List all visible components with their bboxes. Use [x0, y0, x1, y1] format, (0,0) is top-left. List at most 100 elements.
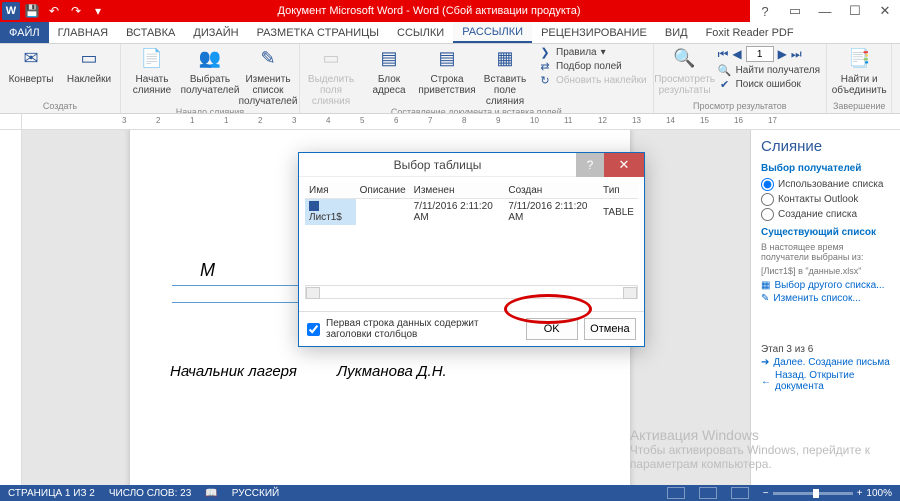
tab-file[interactable]: ФАЙЛ: [0, 22, 49, 43]
qat-more-icon[interactable]: ▾: [88, 2, 108, 20]
save-icon[interactable]: 💾: [22, 2, 42, 20]
proofing-icon[interactable]: 📖: [205, 488, 217, 499]
group-finish-label: Завершение: [833, 101, 885, 113]
next-step-link[interactable]: ➔Далее. Создание письма: [761, 357, 890, 368]
col-name[interactable]: Имя: [305, 183, 356, 199]
preview-results-button[interactable]: 🔍Просмотреть результаты: [660, 46, 710, 96]
group-preview-label: Просмотр результатов: [693, 101, 787, 113]
zoom-control[interactable]: − + 100%: [763, 488, 892, 499]
window-controls: ? ▭ — ☐ ✕: [750, 0, 900, 22]
dialog-close-icon[interactable]: ✕: [604, 153, 644, 177]
start-merge-button[interactable]: 📄Начать слияние: [127, 46, 177, 96]
zoom-out-icon[interactable]: −: [763, 488, 769, 499]
insert-field-button[interactable]: ▦Вставить поле слияния: [480, 46, 530, 107]
edit-recipients-button[interactable]: ✎Изменить список получателей: [243, 46, 293, 107]
tab-foxit[interactable]: Foxit Reader PDF: [697, 22, 803, 43]
choose-other-list-link[interactable]: ▦Выбор другого списка...: [761, 280, 890, 291]
language-indicator[interactable]: РУССКИЙ: [232, 488, 279, 499]
tab-review[interactable]: РЕЦЕНЗИРОВАНИЕ: [532, 22, 656, 43]
print-layout-icon[interactable]: [699, 487, 717, 499]
table-row[interactable]: Лист1$ 7/11/2016 2:11:20 AM 7/11/2016 2:…: [305, 199, 638, 226]
first-row-headers-checkbox[interactable]: [307, 323, 320, 336]
labels-button[interactable]: ▭Наклейки: [64, 46, 114, 85]
match-icon: ⇄: [538, 60, 552, 73]
rules-icon: ❯: [538, 46, 552, 59]
opt-new-list[interactable]: Создание списка: [761, 208, 890, 221]
horizontal-scrollbar[interactable]: [305, 285, 638, 299]
last-record-icon[interactable]: ⏭: [791, 47, 802, 62]
quick-access: W 💾 ↶ ↷ ▾: [0, 2, 108, 20]
col-desc[interactable]: Описание: [356, 183, 410, 199]
col-created[interactable]: Создан: [504, 183, 599, 199]
redo-icon[interactable]: ↷: [66, 2, 86, 20]
update-labels-button[interactable]: ↻Обновить наклейки: [538, 74, 647, 87]
edit-list-icon: ✎: [255, 46, 281, 72]
highlight-fields-button[interactable]: ▭Выделить поля слияния: [306, 46, 356, 107]
record-number-input[interactable]: [746, 46, 774, 62]
vertical-ruler[interactable]: [0, 130, 22, 485]
first-record-icon[interactable]: ⏮: [718, 47, 729, 62]
group-write-label: Составление документа и вставка полей: [391, 107, 562, 114]
minimize-icon[interactable]: —: [810, 0, 840, 22]
greeting-line-button[interactable]: ▤Строка приветствия: [422, 46, 472, 96]
pane-title: Слияние: [761, 138, 890, 155]
preview-icon: 🔍: [672, 46, 698, 72]
select-recipients-header: Выбор получателей: [761, 163, 890, 174]
address-block-button[interactable]: ▤Блок адреса: [364, 46, 414, 96]
highlight-icon: ▭: [318, 46, 344, 72]
cancel-button[interactable]: Отмена: [584, 318, 636, 340]
record-nav[interactable]: ⏮◀ ▶ ⏭: [718, 46, 820, 62]
read-mode-icon[interactable]: [667, 487, 685, 499]
ribbon-opts-icon[interactable]: ▭: [780, 0, 810, 22]
tab-mailings[interactable]: РАССЫЛКИ: [453, 22, 532, 43]
check-errors-button[interactable]: ✔Поиск ошибок: [718, 78, 820, 91]
horizontal-ruler[interactable]: 3211234567891011121314151617: [0, 114, 900, 130]
tab-layout[interactable]: РАЗМЕТКА СТРАНИЦЫ: [248, 22, 388, 43]
prev-record-icon[interactable]: ◀: [732, 47, 741, 61]
tab-design[interactable]: ДИЗАЙН: [184, 22, 247, 43]
zoom-slider[interactable]: [773, 492, 853, 495]
dialog-help-icon[interactable]: ?: [576, 153, 604, 177]
group-start: 📄Начать слияние 👥Выбрать получателей ✎Из…: [121, 44, 300, 113]
find-recipient-button[interactable]: 🔍Найти получателя: [718, 64, 820, 77]
undo-icon[interactable]: ↶: [44, 2, 64, 20]
start-merge-icon: 📄: [139, 46, 165, 72]
help-icon[interactable]: ?: [750, 0, 780, 22]
envelope-icon: ✉: [18, 46, 44, 72]
edit-list-link[interactable]: ✎Изменить список...: [761, 293, 890, 304]
group-preview: 🔍Просмотреть результаты ⏮◀ ▶ ⏭ 🔍Найти пол…: [654, 44, 827, 113]
tab-home[interactable]: ГЛАВНАЯ: [49, 22, 117, 43]
col-modified[interactable]: Изменен: [410, 183, 505, 199]
tab-view[interactable]: ВИД: [656, 22, 697, 43]
maximize-icon[interactable]: ☐: [840, 0, 870, 22]
zoom-level[interactable]: 100%: [866, 488, 892, 499]
envelopes-button[interactable]: ✉Конверты: [6, 46, 56, 85]
opt-outlook[interactable]: Контакты Outlook: [761, 193, 890, 206]
ribbon-tabs: ФАЙЛ ГЛАВНАЯ ВСТАВКА ДИЗАЙН РАЗМЕТКА СТР…: [0, 22, 900, 44]
tab-references[interactable]: ССЫЛКИ: [388, 22, 453, 43]
edit-icon: ✎: [761, 293, 769, 304]
match-fields-button[interactable]: ⇄Подбор полей: [538, 60, 647, 73]
label-icon: ▭: [76, 46, 102, 72]
check-icon: ✔: [718, 78, 732, 91]
opt-use-list[interactable]: Использование списка: [761, 178, 890, 191]
web-layout-icon[interactable]: [731, 487, 749, 499]
rules-button[interactable]: ❯Правила ▾: [538, 46, 647, 59]
find-icon: 🔍: [718, 64, 732, 77]
col-type[interactable]: Тип: [599, 183, 638, 199]
tables-list[interactable]: Имя Описание Изменен Создан Тип Лист1$ 7…: [305, 183, 638, 225]
next-record-icon[interactable]: ▶: [778, 47, 787, 61]
word-count[interactable]: ЧИСЛО СЛОВ: 23: [109, 488, 191, 499]
close-icon[interactable]: ✕: [870, 0, 900, 22]
tab-insert[interactable]: ВСТАВКА: [117, 22, 184, 43]
finish-merge-button[interactable]: 📑Найти и объединить: [834, 46, 884, 96]
existing-list-header: Существующий список: [761, 227, 890, 238]
ok-button[interactable]: OK: [526, 318, 578, 340]
existing-list-text: В настоящее время получатели выбраны из:: [761, 242, 890, 262]
select-recipients-button[interactable]: 👥Выбрать получателей: [185, 46, 235, 96]
prev-step-link[interactable]: ←Назад. Открытие документа: [761, 370, 890, 392]
page-indicator[interactable]: СТРАНИЦА 1 ИЗ 2: [8, 488, 95, 499]
step-indicator: Этап 3 из 6: [761, 344, 890, 355]
zoom-in-icon[interactable]: +: [857, 488, 863, 499]
group-create: ✉Конверты ▭Наклейки Создать: [0, 44, 121, 113]
